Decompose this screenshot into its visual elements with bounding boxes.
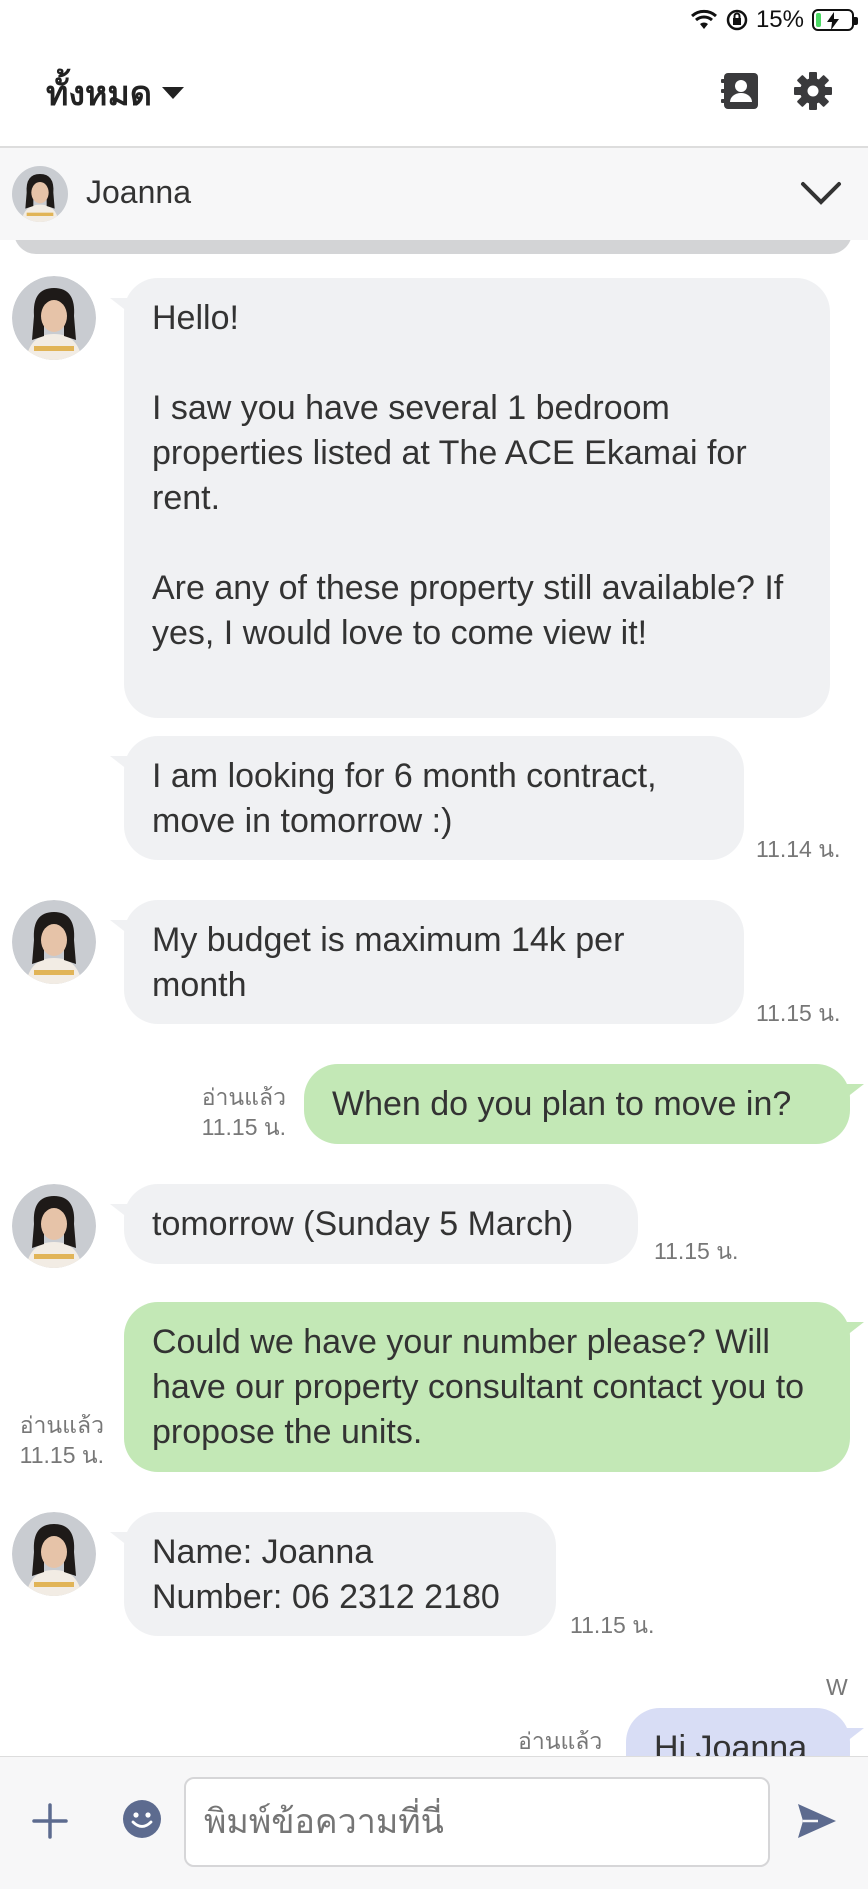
message-input[interactable]	[184, 1777, 770, 1867]
battery-level	[816, 13, 821, 27]
wifi-icon	[690, 9, 717, 29]
status-bar: 15%	[0, 0, 868, 40]
read-receipt: อ่านแล้ว 11.15 น.	[4, 1410, 104, 1470]
message-time: 11.15 น.	[654, 1238, 739, 1264]
sender-label: W	[826, 1674, 848, 1700]
avatar[interactable]	[12, 900, 96, 984]
message-bubble-outgoing[interactable]: Hi Joanna	[626, 1708, 864, 1756]
message-time: 11.15 น.	[201, 1114, 286, 1140]
message-time: 11.15 น.	[19, 1442, 104, 1468]
battery-charging-icon	[812, 9, 858, 31]
avatar	[12, 166, 68, 222]
message-time: 11.15 น.	[756, 1000, 841, 1026]
chevron-down-icon[interactable]	[800, 176, 842, 210]
message-bubble-incoming[interactable]: I am looking for 6 month contract, move …	[110, 736, 744, 860]
caret-down-icon	[161, 87, 184, 99]
contact-name: Joanna	[86, 174, 191, 210]
message-bubble-incoming[interactable]: Hello! I saw you have several 1 bedroom …	[110, 278, 830, 718]
app-header: ทั้งหมด	[0, 40, 868, 148]
message-bubble-incoming[interactable]: My budget is maximum 14k per month	[110, 900, 744, 1024]
read-status: อ่านแล้ว	[518, 1728, 603, 1754]
avatar[interactable]	[12, 276, 96, 360]
message-input-bar	[0, 1756, 868, 1889]
filter-label: ทั้งหมด	[46, 75, 152, 113]
plus-icon[interactable]	[30, 1801, 70, 1841]
emoji-icon[interactable]	[122, 1799, 162, 1839]
message-time: 11.14 น.	[756, 836, 841, 862]
read-status: อ่านแล้ว	[19, 1412, 104, 1438]
message-bubble-outgoing[interactable]: When do you plan to move in?	[304, 1064, 864, 1144]
status-icons: 15%	[690, 6, 858, 34]
previous-message-bubble	[14, 240, 852, 254]
message-bubble-incoming[interactable]: tomorrow (Sunday 5 March)	[110, 1184, 638, 1264]
send-icon[interactable]	[796, 1801, 838, 1841]
read-status: อ่านแล้ว	[201, 1084, 286, 1110]
read-receipt: อ่านแล้ว 11.15 น.	[150, 1082, 286, 1142]
contact-card-icon[interactable]	[720, 70, 762, 112]
battery-percent: 15%	[755, 6, 804, 33]
gear-icon[interactable]	[792, 70, 834, 112]
message-list[interactable]: Hello! I saw you have several 1 bedroom …	[0, 240, 868, 1756]
rotation-lock-icon	[726, 9, 748, 31]
avatar[interactable]	[12, 1512, 96, 1596]
chat-filter-dropdown[interactable]: ทั้งหมด	[46, 66, 184, 120]
message-time: 11.15 น.	[570, 1612, 655, 1638]
message-bubble-outgoing[interactable]: Could we have your number please? Will h…	[124, 1302, 864, 1472]
conversation-header[interactable]: Joanna	[0, 148, 868, 241]
avatar[interactable]	[12, 1184, 96, 1268]
message-bubble-incoming[interactable]: Name: Joanna Number: 06 2312 2180	[110, 1512, 556, 1636]
